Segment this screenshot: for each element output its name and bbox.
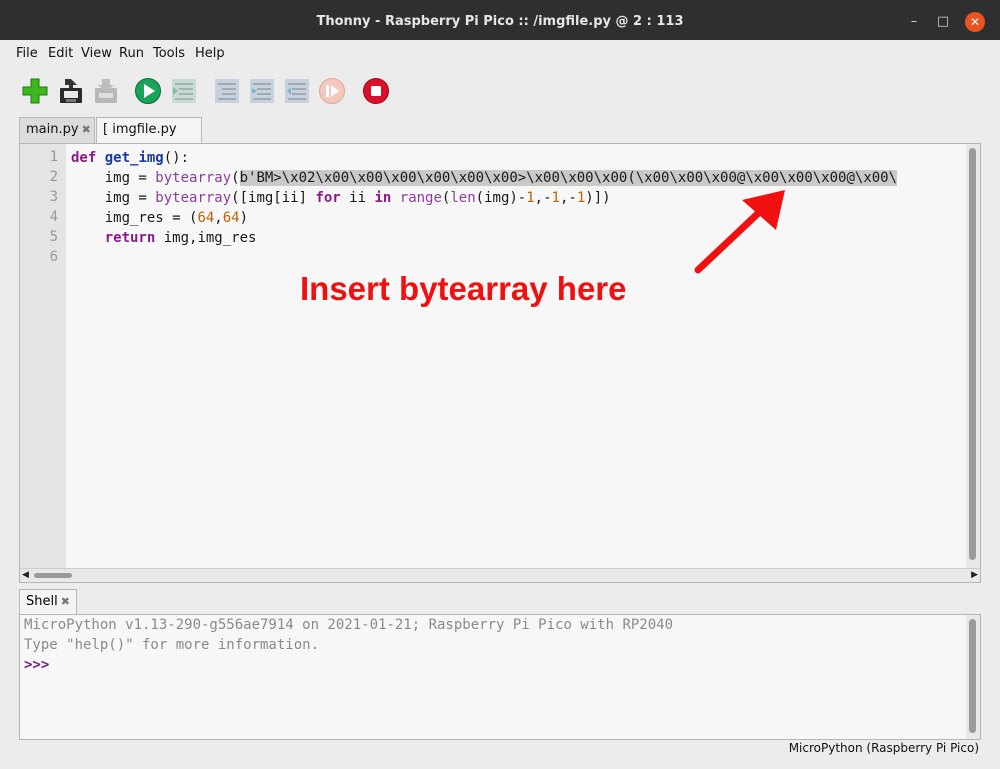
menu-file[interactable]: File [16, 46, 38, 61]
run-icon[interactable] [134, 77, 162, 105]
code-line: img = bytearray(b'BM>\x02\x00\x00\x00\x0… [71, 168, 898, 188]
tab-main-py[interactable]: main.py ✖ [19, 117, 95, 143]
toolbar [0, 66, 1000, 116]
code-text: img = [71, 170, 156, 186]
new-file-icon[interactable] [21, 77, 49, 105]
line-number: 5 [49, 229, 58, 245]
number: 1 [526, 190, 535, 206]
code-line: img = bytearray([img[ii] for ii in range… [71, 188, 611, 208]
maximize-button[interactable]: □ [933, 12, 953, 32]
close-window-button[interactable]: ✕ [965, 12, 985, 32]
code-text: img_res = ( [71, 210, 198, 226]
window-title: Thonny - Raspberry Pi Pico :: /imgfile.p… [316, 14, 684, 29]
code-text: (): [163, 150, 190, 166]
tab-imgfile-py[interactable]: [ imgfile.py ]✖ [96, 117, 202, 161]
code-text: (img)- [475, 190, 527, 206]
save-icon[interactable] [57, 77, 85, 105]
shell-help-line: Type "help()" for more information. [24, 637, 320, 653]
resume-icon[interactable] [318, 77, 346, 105]
shell-console[interactable]: MicroPython v1.13-290-g556ae7914 on 2021… [19, 614, 981, 740]
keyword: return [104, 230, 156, 246]
keyword: in [374, 190, 392, 206]
code-line: def get_img(): [71, 148, 189, 168]
shell-vertical-scrollbar[interactable] [966, 615, 980, 739]
code-text: img,img_res [155, 230, 257, 246]
minimize-button[interactable]: – [904, 12, 924, 32]
code-text: ,- [559, 190, 577, 206]
load-icon[interactable] [92, 77, 120, 105]
line-number: 6 [49, 249, 58, 265]
builtin: len [450, 190, 476, 206]
scrollbar-thumb[interactable] [969, 619, 976, 733]
code-text: ) [239, 210, 249, 226]
code-text: ,- [534, 190, 552, 206]
close-tab-icon[interactable]: ✖ [61, 595, 70, 608]
step-over-icon[interactable] [213, 77, 241, 105]
editor-horizontal-scrollbar[interactable]: ◀ ▶ [20, 568, 980, 582]
menu-help[interactable]: Help [195, 46, 225, 61]
code-text: )]) [585, 190, 611, 206]
number: 1 [576, 190, 586, 206]
code-line: return img,img_res [71, 228, 257, 248]
interpreter-status[interactable]: MicroPython (Raspberry Pi Pico) [789, 741, 979, 755]
code-editor[interactable]: 1 2 3 4 5 6 def get_img(): img = bytearr… [19, 143, 981, 583]
stop-icon[interactable] [362, 77, 390, 105]
code-text: img = [71, 190, 156, 206]
code-line: img_res = (64,64) [71, 208, 248, 228]
code-text: ([img[ii] [231, 190, 316, 206]
title-bar: Thonny - Raspberry Pi Pico :: /imgfile.p… [0, 0, 1000, 40]
builtin: bytearray [155, 170, 232, 186]
step-into-icon[interactable] [248, 77, 276, 105]
annotation-arrow-icon [694, 190, 785, 274]
tab-shell[interactable]: Shell ✖ [19, 589, 77, 614]
code-text: ( [231, 170, 240, 186]
code-area[interactable]: def get_img(): img = bytearray(b'BM>\x02… [71, 144, 966, 570]
builtin: range [399, 190, 442, 206]
number: 64 [197, 210, 215, 226]
shell-prompt[interactable]: >>> [24, 657, 49, 673]
close-tab-icon[interactable]: ✖ [82, 123, 91, 136]
tab-label: main.py [26, 122, 79, 137]
debug-icon[interactable] [170, 77, 198, 105]
builtin: bytearray [155, 190, 232, 206]
line-number: 4 [49, 209, 58, 225]
step-out-icon[interactable] [283, 77, 311, 105]
menu-edit[interactable]: Edit [48, 46, 73, 61]
scroll-right-icon[interactable]: ▶ [971, 569, 978, 582]
function-name: get_img [104, 150, 164, 166]
menu-run[interactable]: Run [119, 46, 144, 61]
scrollbar-thumb[interactable] [969, 148, 976, 560]
menu-view[interactable]: View [81, 46, 112, 61]
scroll-left-icon[interactable]: ◀ [22, 569, 29, 582]
keyword: def [71, 150, 97, 166]
tab-label: Shell [26, 594, 58, 609]
menu-tools[interactable]: Tools [153, 46, 185, 61]
selected-text: b'BM>\x02\x00\x00\x00\x00\x00\x00>\x00\x… [239, 170, 898, 186]
line-number: 1 [49, 149, 58, 165]
code-text: , [214, 210, 223, 226]
menu-bar: File Edit View Run Tools Help [0, 40, 1000, 66]
number: 64 [222, 210, 240, 226]
keyword: for [315, 190, 341, 206]
scrollbar-thumb[interactable] [34, 573, 72, 578]
status-bar: MicroPython (Raspberry Pi Pico) [0, 740, 1000, 769]
line-number: 2 [49, 169, 58, 185]
annotation-text: Insert bytearray here [300, 270, 627, 307]
line-number: 3 [49, 189, 58, 205]
line-number-gutter: 1 2 3 4 5 6 [20, 144, 66, 570]
code-text: ii [340, 190, 375, 206]
editor-vertical-scrollbar[interactable] [966, 144, 980, 570]
shell-banner-line: MicroPython v1.13-290-g556ae7914 on 2021… [24, 617, 674, 633]
number: 1 [551, 190, 560, 206]
